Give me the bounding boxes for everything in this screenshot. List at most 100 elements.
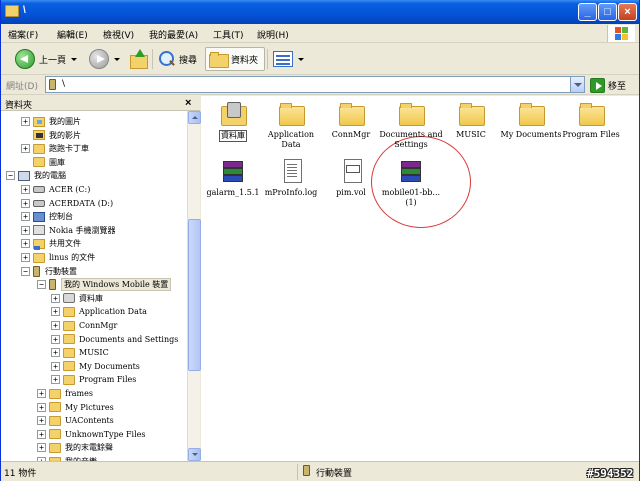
tree-item[interactable]: 圖庫 xyxy=(21,156,65,169)
expand-icon[interactable]: + xyxy=(37,389,46,398)
menu-tools[interactable]: 工具(T) xyxy=(213,28,244,41)
menu-view[interactable]: 檢視(V) xyxy=(103,28,134,41)
window-title: \ xyxy=(23,5,26,16)
folder-tree[interactable]: + 我的圖片 我的影片 + 跑跑卡丁車 圖庫 − 我的電腦 + ACER (C:) + ACERDAT… xyxy=(1,111,187,461)
menu-help[interactable]: 說明(H) xyxy=(257,28,289,41)
tree-item[interactable]: 我的影片 xyxy=(21,129,81,142)
tree-item[interactable]: + ConnMgr xyxy=(51,319,117,332)
file-item[interactable]: MUSIC xyxy=(439,100,503,140)
search-button[interactable]: 搜尋 xyxy=(158,47,197,71)
expand-icon[interactable]: + xyxy=(21,225,30,235)
tree-item[interactable]: + 共用文件 xyxy=(21,237,81,250)
tree-item[interactable]: + UnknownType Files xyxy=(37,428,145,441)
expand-icon[interactable]: + xyxy=(37,429,46,439)
scroll-down-button[interactable] xyxy=(188,448,201,461)
file-item[interactable]: My Documents xyxy=(499,100,563,140)
collapse-icon[interactable]: − xyxy=(21,266,30,276)
tree-item[interactable]: + Documents and Settings xyxy=(51,333,178,346)
tree-item[interactable]: − 我的 Windows Mobile 裝置 xyxy=(37,278,172,292)
menu-edit[interactable]: 編輯(E) xyxy=(57,28,88,41)
file-item[interactable]: Program Files xyxy=(559,100,623,140)
file-item[interactable]: Application Data xyxy=(259,100,323,150)
go-button[interactable]: 移至 xyxy=(590,77,626,93)
folder-pane-close-button[interactable]: × xyxy=(185,97,191,109)
file-item[interactable]: 資料庫 xyxy=(201,100,265,142)
expand-icon[interactable]: + xyxy=(51,334,60,344)
tree-item[interactable]: + MUSIC xyxy=(51,346,109,359)
expand-icon[interactable]: + xyxy=(21,185,30,194)
tree-item[interactable]: + 我的末電餘聲 xyxy=(37,441,113,454)
rar-archive-icon xyxy=(396,158,426,186)
expand-icon[interactable]: + xyxy=(51,293,60,303)
expand-icon[interactable]: + xyxy=(21,253,30,262)
file-item-label: 資料庫 xyxy=(201,130,265,142)
menu-bar: 檔案(F) 編輯(E) 檢視(V) 我的最愛(A) 工具(T) 說明(H) xyxy=(1,24,639,43)
forward-button[interactable] xyxy=(89,47,120,71)
address-dropdown-button[interactable] xyxy=(570,77,584,92)
file-item[interactable]: galarm_1.5.1 xyxy=(201,158,265,198)
collapse-icon[interactable]: − xyxy=(37,280,46,290)
tree-item[interactable]: + 控制台 xyxy=(21,210,73,223)
file-item[interactable]: mobile01-bb... (1) xyxy=(379,158,443,208)
expand-icon[interactable]: + xyxy=(37,402,46,412)
menu-file[interactable]: 檔案(F) xyxy=(8,28,38,41)
address-input[interactable]: \ xyxy=(45,76,585,93)
file-item[interactable]: Documents and Settings xyxy=(379,100,443,150)
tree-item[interactable]: + Application Data xyxy=(51,305,147,318)
folder-icon xyxy=(49,442,61,453)
back-button[interactable]: 上一頁 xyxy=(15,47,78,71)
scroll-thumb[interactable] xyxy=(188,219,201,371)
expand-icon[interactable]: + xyxy=(51,307,60,317)
close-button[interactable]: × xyxy=(618,3,637,21)
tree-item-label: 我的 Windows Mobile 裝置 xyxy=(61,278,172,292)
tree-item[interactable]: + My Documents xyxy=(51,360,140,373)
file-item[interactable]: ConnMgr xyxy=(319,100,383,140)
tree-item[interactable]: + 資料庫 xyxy=(51,292,103,305)
expand-icon[interactable]: + xyxy=(21,239,30,249)
tree-item[interactable]: + Nokia 手機瀏覽器 xyxy=(21,224,116,237)
folders-button[interactable]: 資料夾 xyxy=(205,47,266,71)
tree-item[interactable]: + Program Files xyxy=(51,373,136,386)
file-item[interactable]: pim.vol xyxy=(319,158,383,198)
expand-icon[interactable]: + xyxy=(37,443,46,453)
tree-item-label: 共用文件 xyxy=(49,239,81,249)
file-item[interactable]: mProInfo.log xyxy=(259,158,323,198)
folder-tree-scrollbar[interactable] xyxy=(187,111,201,461)
tree-item[interactable]: − 我的電腦 xyxy=(6,169,66,182)
scroll-up-button[interactable] xyxy=(188,111,201,124)
tree-item[interactable]: + My Pictures xyxy=(37,401,114,414)
chevron-down-icon[interactable] xyxy=(298,57,304,61)
tree-item[interactable]: + ACER (C:) xyxy=(21,183,90,196)
tree-item[interactable]: + linus 的文件 xyxy=(21,251,95,264)
expand-icon[interactable]: + xyxy=(37,416,46,426)
drive-icon xyxy=(33,199,45,207)
expand-icon[interactable]: + xyxy=(51,361,60,371)
expand-icon[interactable]: + xyxy=(51,348,60,358)
minimize-button[interactable]: _ xyxy=(578,3,597,21)
expand-icon[interactable]: + xyxy=(51,321,60,330)
collapse-icon[interactable]: − xyxy=(6,171,15,181)
chevron-down-icon[interactable] xyxy=(114,57,120,61)
file-item-label: mProInfo.log xyxy=(264,188,318,197)
share-icon xyxy=(33,238,45,250)
tree-item[interactable]: + ACERDATA (D:) xyxy=(21,197,113,210)
expand-icon[interactable]: + xyxy=(51,375,60,385)
chevron-down-icon[interactable] xyxy=(71,57,78,61)
expand-icon[interactable]: + xyxy=(21,212,30,222)
expand-icon[interactable]: + xyxy=(21,117,30,126)
folder-icon xyxy=(49,429,61,440)
tree-item[interactable]: + UAContents xyxy=(37,414,114,427)
tree-item[interactable]: + frames xyxy=(37,387,93,400)
expand-icon[interactable]: + xyxy=(21,144,30,154)
expand-icon[interactable]: + xyxy=(21,198,30,208)
folder-icon xyxy=(33,157,45,168)
views-button[interactable] xyxy=(273,47,304,71)
tree-item[interactable]: + 跑跑卡丁車 xyxy=(21,142,89,155)
tree-item[interactable]: − 行動裝置 xyxy=(21,265,77,278)
menu-favorites[interactable]: 我的最愛(A) xyxy=(149,28,198,41)
file-list-pane[interactable]: 資料庫 Application Data ConnMgr Documents and … xyxy=(201,96,639,461)
title-bar[interactable]: \ _ □ × xyxy=(1,0,639,24)
tree-item[interactable]: + 我的圖片 xyxy=(21,115,81,128)
up-folder-button[interactable] xyxy=(128,47,148,71)
maximize-button[interactable]: □ xyxy=(598,3,617,21)
